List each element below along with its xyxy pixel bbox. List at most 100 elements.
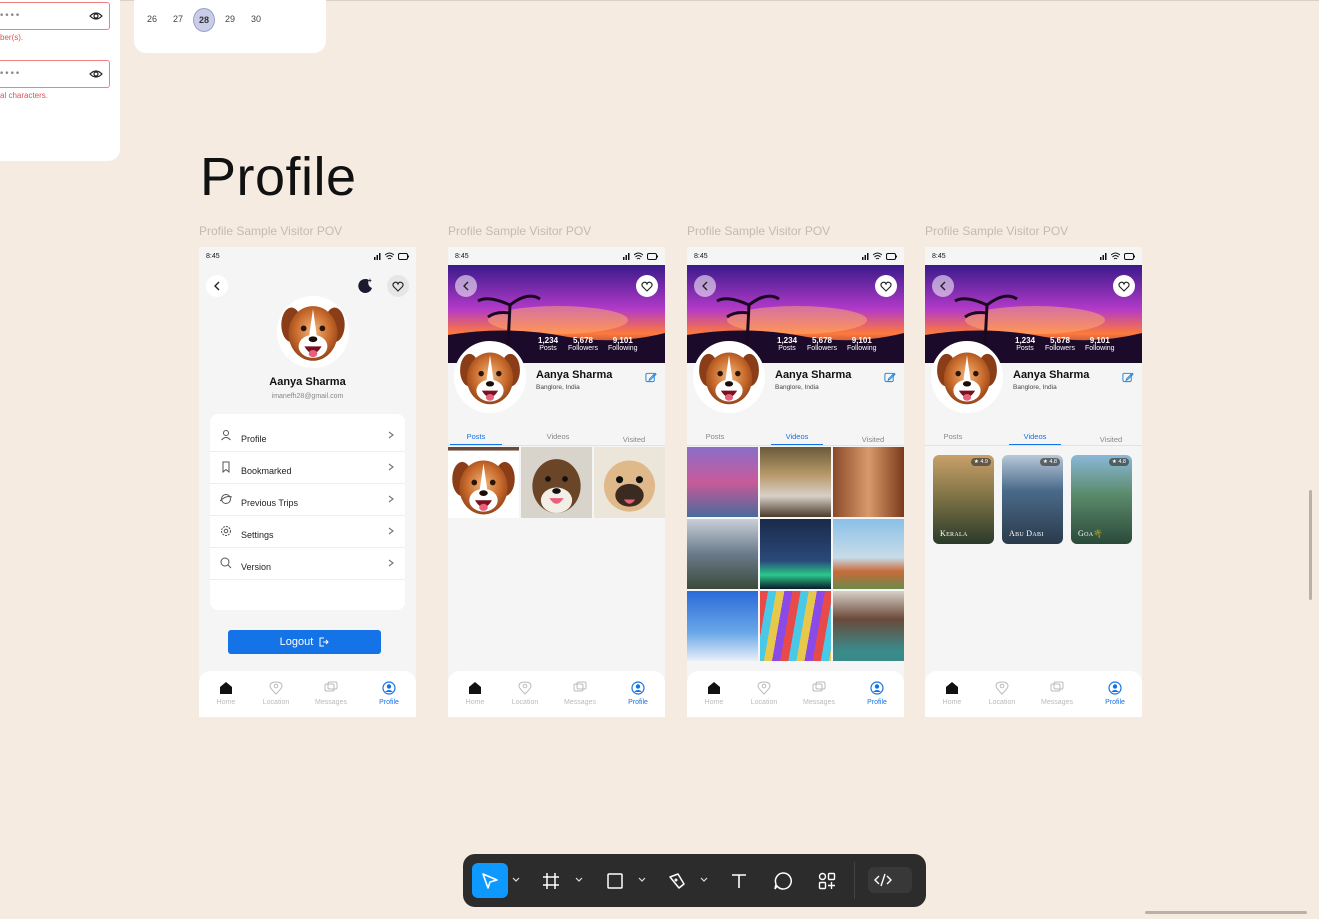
- vertical-scrollbar[interactable]: [1309, 490, 1312, 600]
- chevron-down-icon[interactable]: [512, 876, 520, 884]
- edit-icon[interactable]: [884, 371, 896, 383]
- back-button[interactable]: [206, 275, 228, 297]
- video-thumbnail[interactable]: [833, 447, 904, 517]
- frame-tool-button[interactable]: [533, 863, 569, 898]
- nav-location[interactable]: Location: [500, 681, 550, 706]
- back-button[interactable]: [455, 275, 477, 297]
- destination-card-goa[interactable]: ★ 4.8 Goa🌴: [1071, 455, 1132, 544]
- phone-frame-videos[interactable]: 8:45 1,234 Posts 5,678 Followers 9,101 Foll…: [687, 247, 904, 717]
- stat-posts[interactable]: 1,234 Posts: [777, 336, 797, 352]
- frame-label[interactable]: Profile Sample Visitor POV: [199, 224, 342, 238]
- back-button[interactable]: [694, 275, 716, 297]
- calendar-day[interactable]: 26: [141, 8, 163, 30]
- tab-videos[interactable]: Videos: [532, 432, 584, 441]
- post-thumbnail[interactable]: [521, 447, 592, 518]
- nav-home[interactable]: Home: [450, 681, 500, 706]
- tab-visited[interactable]: Visited: [847, 435, 899, 444]
- eye-icon[interactable]: [89, 9, 103, 23]
- favorite-button[interactable]: [1113, 275, 1135, 297]
- destination-card-abu-dabi[interactable]: ★ 4.8 Abu Dabi: [1002, 455, 1063, 544]
- favorite-button[interactable]: [636, 275, 658, 297]
- tab-visited[interactable]: Visited: [608, 435, 660, 444]
- nav-messages[interactable]: Messages: [306, 681, 356, 706]
- chevron-down-icon[interactable]: [700, 876, 708, 884]
- nav-messages[interactable]: Messages: [1032, 681, 1082, 706]
- actions-tool-button[interactable]: [809, 863, 845, 898]
- nav-location[interactable]: Location: [739, 681, 789, 706]
- tab-videos[interactable]: Videos: [771, 432, 823, 445]
- text-tool-button[interactable]: [721, 863, 757, 898]
- dark-mode-button[interactable]: [355, 275, 377, 297]
- tab-posts[interactable]: Posts: [927, 432, 979, 441]
- phone-frame-destinations[interactable]: 8:45 1,234 Posts 5,678 Followers 9,101 Foll…: [925, 247, 1142, 717]
- back-button[interactable]: [932, 275, 954, 297]
- edit-icon[interactable]: [645, 371, 657, 383]
- avatar: [931, 341, 1003, 413]
- nav-home[interactable]: Home: [927, 681, 977, 706]
- dev-mode-toggle[interactable]: [868, 867, 912, 893]
- nav-home[interactable]: Home: [689, 681, 739, 706]
- nav-messages[interactable]: Messages: [555, 681, 605, 706]
- favorite-button[interactable]: [875, 275, 897, 297]
- move-tool-button[interactable]: [472, 863, 508, 898]
- stat-followers[interactable]: 5,678 Followers: [568, 336, 598, 352]
- nav-profile[interactable]: Profile: [852, 681, 902, 706]
- calendar-day-selected[interactable]: 28: [193, 8, 215, 32]
- stat-followers[interactable]: 5,678 Followers: [807, 336, 837, 352]
- video-thumbnail[interactable]: [687, 447, 758, 517]
- stat-posts[interactable]: 1,234 Posts: [538, 336, 558, 352]
- frame-label[interactable]: Profile Sample Visitor POV: [925, 224, 1068, 238]
- chevron-down-icon[interactable]: [638, 876, 646, 884]
- frame-label[interactable]: Profile Sample Visitor POV: [448, 224, 591, 238]
- calendar-day[interactable]: 30: [245, 8, 267, 30]
- chevron-down-icon[interactable]: [575, 876, 583, 884]
- menu-item-version[interactable]: Version: [210, 548, 405, 580]
- video-thumbnail[interactable]: [687, 591, 758, 661]
- video-thumbnail[interactable]: [833, 591, 904, 661]
- nav-profile[interactable]: Profile: [364, 681, 414, 706]
- stat-followers[interactable]: 5,678 Followers: [1045, 336, 1075, 352]
- stat-following[interactable]: 9,101 Following: [1085, 336, 1115, 352]
- menu-item-profile[interactable]: Profile: [210, 420, 405, 452]
- tab-visited[interactable]: Visited: [1085, 435, 1137, 444]
- frame-label[interactable]: Profile Sample Visitor POV: [687, 224, 830, 238]
- chevron-left-icon: [214, 281, 220, 291]
- stat-posts[interactable]: 1,234 Posts: [1015, 336, 1035, 352]
- video-thumbnail[interactable]: [687, 519, 758, 589]
- nav-location[interactable]: Location: [251, 681, 301, 706]
- menu-item-bookmarked[interactable]: Bookmarked: [210, 452, 405, 484]
- edit-icon[interactable]: [1122, 371, 1134, 383]
- video-thumbnail[interactable]: [833, 519, 904, 589]
- nav-profile[interactable]: Profile: [613, 681, 663, 706]
- menu-item-settings[interactable]: Settings: [210, 516, 405, 548]
- confirm-password-field[interactable]: ••••: [0, 60, 110, 88]
- stat-following[interactable]: 9,101 Following: [608, 336, 638, 352]
- eye-icon[interactable]: [89, 67, 103, 81]
- phone-frame-posts[interactable]: 8:45 1,234 Posts 5,678 Followers 9,101 Foll…: [448, 247, 665, 717]
- video-thumbnail[interactable]: [760, 447, 831, 517]
- nav-messages[interactable]: Messages: [794, 681, 844, 706]
- horizontal-scrollbar[interactable]: [1145, 911, 1307, 914]
- nav-profile[interactable]: Profile: [1090, 681, 1140, 706]
- destination-card-kerala[interactable]: ★ 4.9 Kerala: [933, 455, 994, 544]
- shape-tool-button[interactable]: [597, 863, 633, 898]
- video-thumbnail[interactable]: [760, 519, 831, 589]
- tab-posts[interactable]: Posts: [450, 432, 502, 445]
- video-thumbnail[interactable]: [760, 591, 831, 661]
- phone-frame-profile-menu[interactable]: 8:45 Aanya Sharma imanefh28@gmail.com Pr…: [199, 247, 416, 717]
- tab-videos[interactable]: Videos: [1009, 432, 1061, 445]
- calendar-day[interactable]: 29: [219, 8, 241, 30]
- logout-button[interactable]: Logout: [228, 630, 381, 654]
- nav-home[interactable]: Home: [201, 681, 251, 706]
- comment-tool-button[interactable]: [765, 863, 801, 898]
- pen-tool-button[interactable]: [659, 863, 695, 898]
- stat-following[interactable]: 9,101 Following: [847, 336, 877, 352]
- menu-item-previous-trips[interactable]: Previous Trips: [210, 484, 405, 516]
- nav-location[interactable]: Location: [977, 681, 1027, 706]
- password-field[interactable]: ••••: [0, 2, 110, 30]
- favorite-button[interactable]: [387, 275, 409, 297]
- post-thumbnail[interactable]: [594, 447, 665, 518]
- tab-posts[interactable]: Posts: [689, 432, 741, 441]
- post-thumbnail[interactable]: [448, 447, 519, 518]
- calendar-day[interactable]: 27: [167, 8, 189, 30]
